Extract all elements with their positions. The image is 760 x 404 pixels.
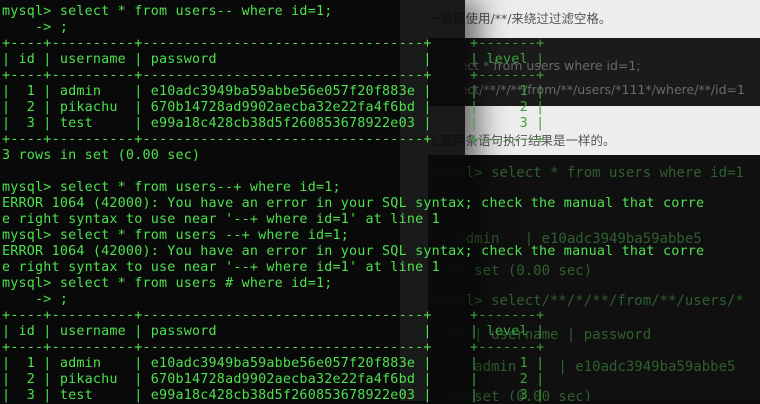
bg-term-line: | admin | e10adc3949ba59abbe5 — [432, 231, 702, 247]
mysql-terminal-window[interactable] — [0, 0, 465, 401]
code-line: select * from users where id=1; — [442, 58, 641, 73]
bg-term-line: mysql> select/**/*/**/from/**/users/* — [432, 293, 744, 309]
bg-term-line: | admin | e10adc3949ba59abbe5 — [432, 359, 736, 375]
article-terminal-image: mysql> select * from users where id=1 | … — [428, 155, 760, 401]
code-line: select/**/*/**/from/**/users/*111*/where… — [442, 82, 745, 97]
bg-term-line: mysql> select * from users where id=1 — [432, 165, 744, 181]
article-code-block: select * from users where id=1; select/*… — [428, 38, 760, 106]
